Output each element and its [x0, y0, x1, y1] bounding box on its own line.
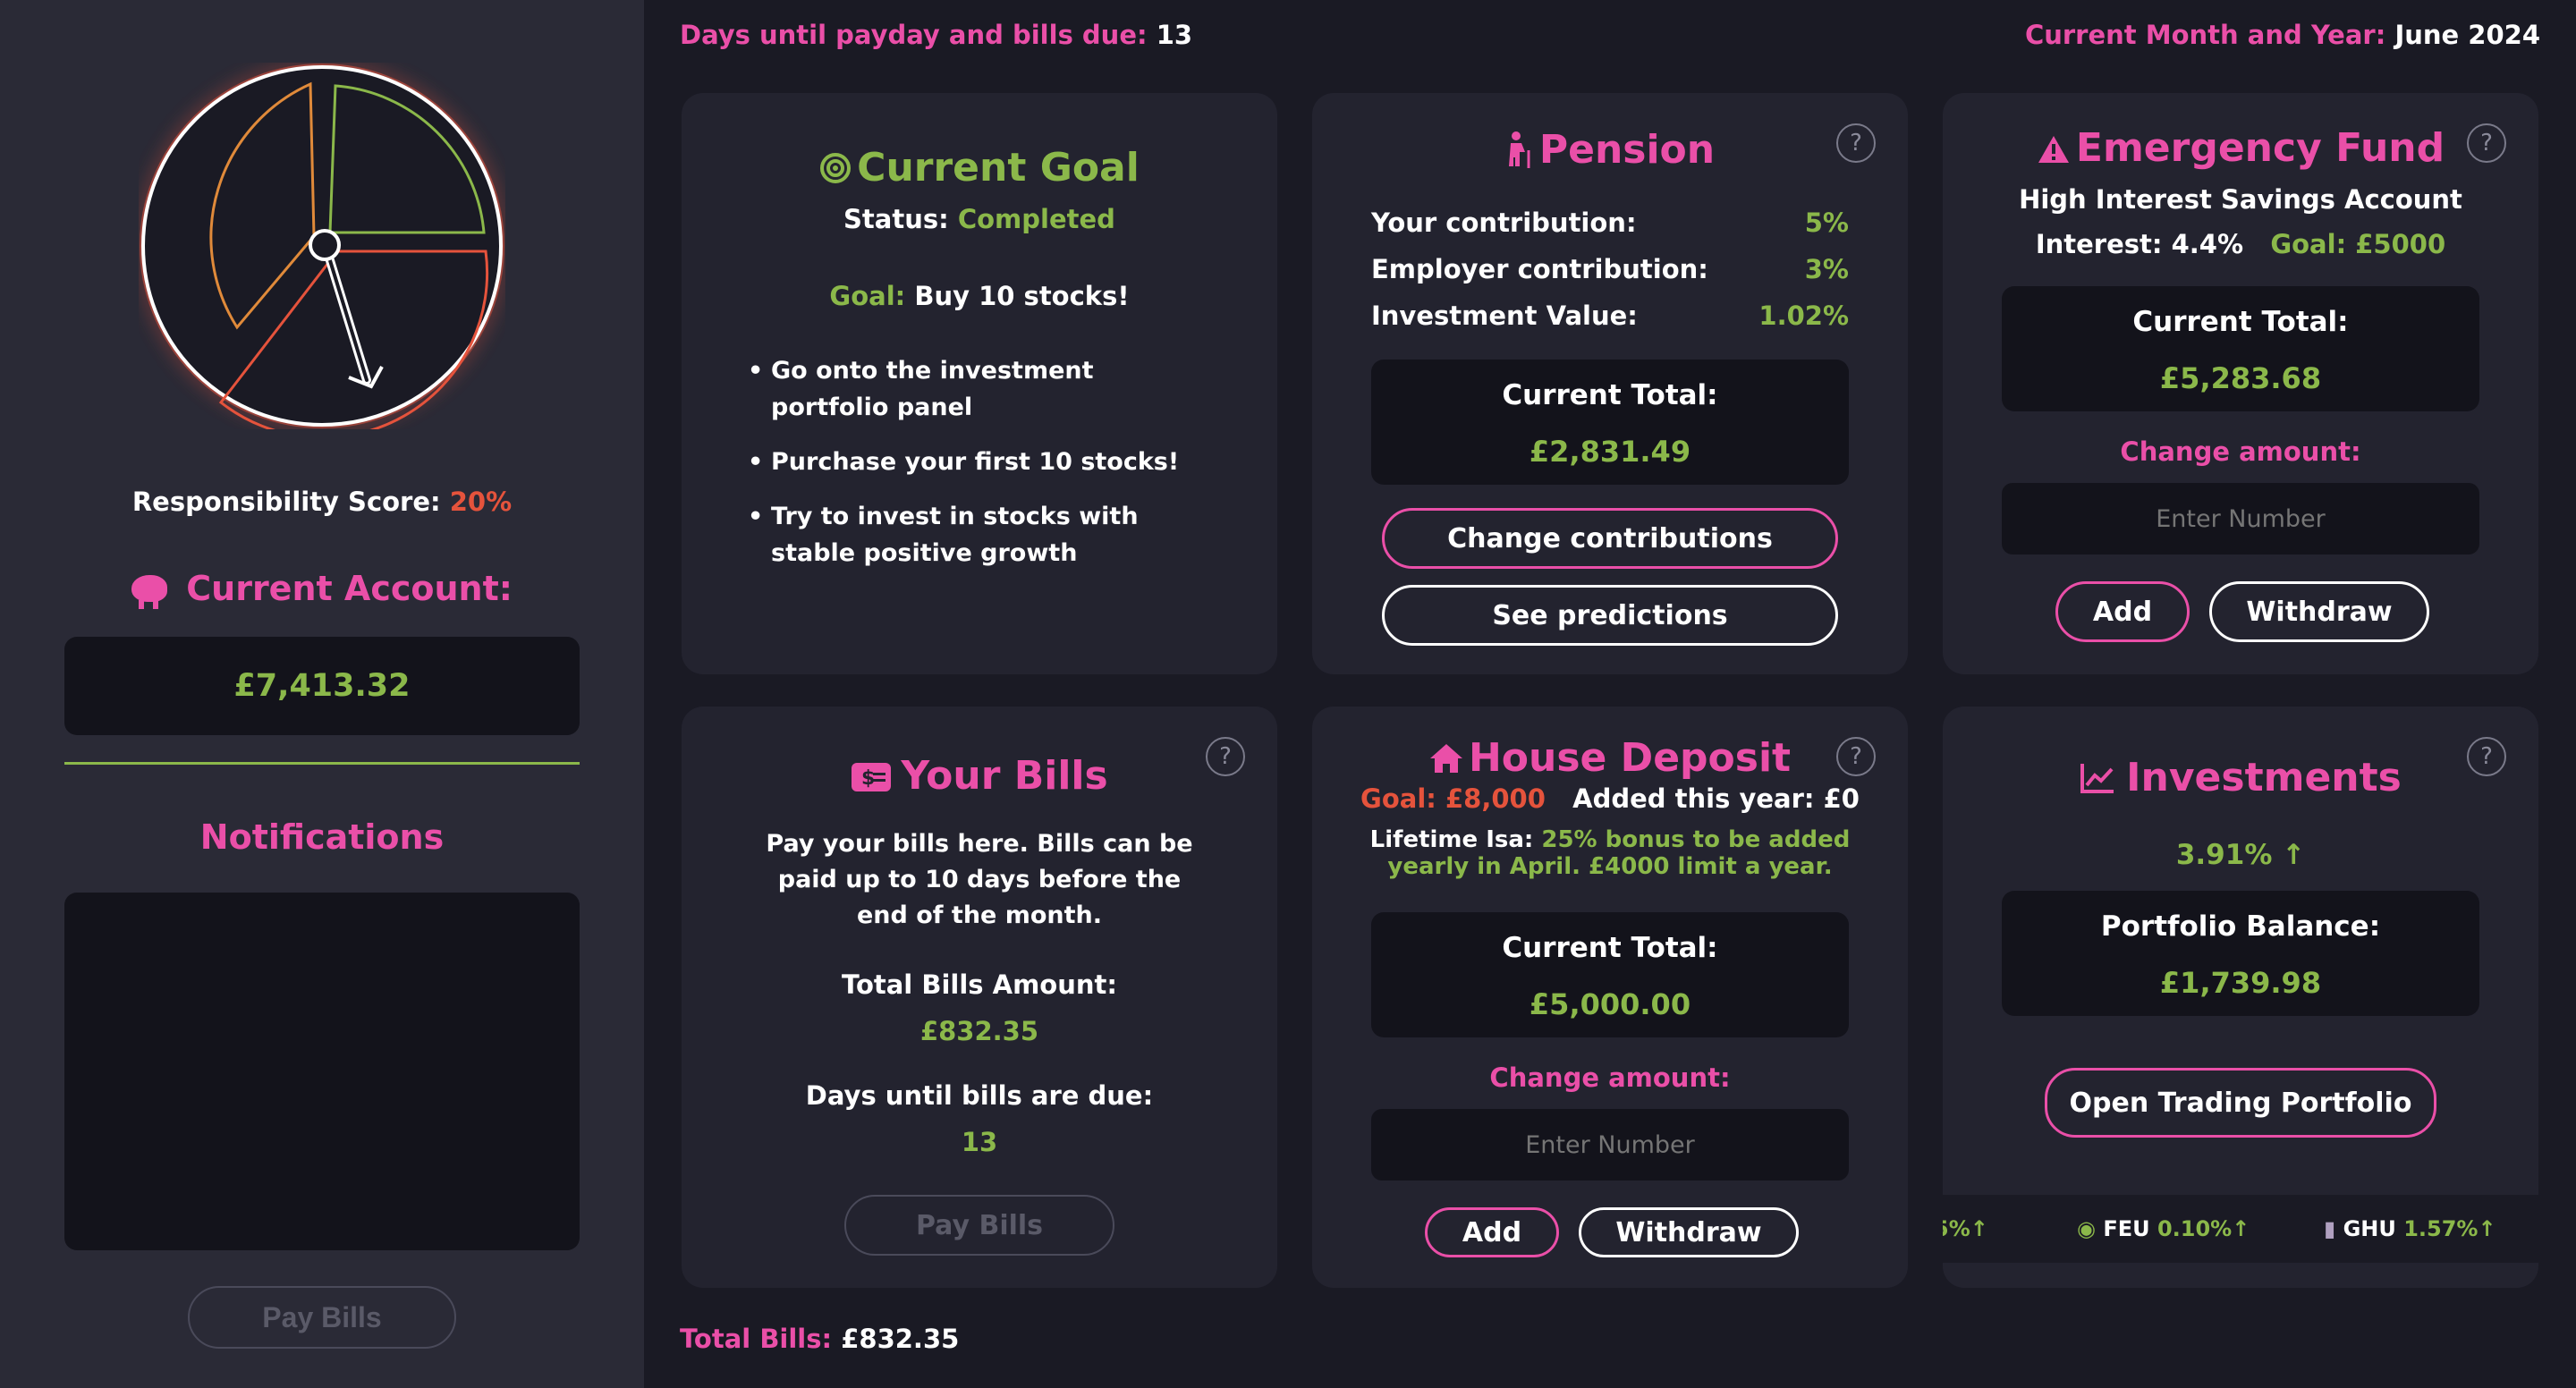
emergency-amount-input[interactable]: [2002, 483, 2479, 554]
house-goal-added: Goal: £8,000 Added this year: £0: [1360, 783, 1860, 814]
jar-icon: ▮: [2324, 1216, 2336, 1241]
responsibility-dial: [139, 63, 505, 439]
goal-status: Status: Completed: [843, 204, 1115, 234]
piggy-bank-icon: [131, 575, 168, 609]
total-bills-footer: Total Bills: £832.35: [680, 1324, 960, 1354]
current-goal-title: Current Goal: [682, 145, 1277, 190]
emergency-add-button[interactable]: Add: [2055, 581, 2190, 642]
pension-title: Pension: [1312, 127, 1908, 173]
current-account-title: Current Account:: [0, 569, 644, 609]
house-add-button[interactable]: Add: [1425, 1207, 1559, 1257]
lifetime-isa-info: Lifetime Isa: 25% bonus to be added year…: [1369, 826, 1851, 880]
pension-row-your-contribution: Your contribution: 5%: [1371, 207, 1849, 238]
svg-text:$: $: [861, 767, 875, 790]
bills-title: $ Your Bills: [682, 753, 1277, 799]
pay-bills-button[interactable]: Pay Bills: [844, 1195, 1114, 1256]
line-chart-icon: [2080, 764, 2114, 793]
list-item: Purchase your first 10 stocks!: [748, 444, 1213, 480]
emergency-account-type: High Interest Savings Account: [2019, 184, 2462, 215]
emergency-interest-goal: Interest: 4.4% Goal: £5000: [2035, 229, 2446, 259]
responsibility-score: Responsibility Score: 20%: [131, 487, 513, 517]
portfolio-balance-box: Portfolio Balance: £1,739.98: [2002, 891, 2479, 1016]
pension-row-employer-contribution: Employer contribution: 3%: [1371, 254, 1849, 284]
stock-ticker: 5%↑ ◉ FEU 0.10%↑ ▮ GHU 1.57%↑: [1943, 1195, 2538, 1263]
open-trading-portfolio-button[interactable]: Open Trading Portfolio: [2045, 1068, 2436, 1138]
see-predictions-button[interactable]: See predictions: [1382, 585, 1838, 646]
goal-task-list: Go onto the investment portfolio panel P…: [748, 352, 1213, 589]
investments-change: 3.91% ↑: [2175, 839, 2306, 871]
list-item: Go onto the investment portfolio panel: [748, 352, 1213, 426]
house-withdraw-button[interactable]: Withdraw: [1579, 1207, 1799, 1257]
emergency-fund-card: ? Emergency Fund High Interest Savings A…: [1943, 93, 2538, 674]
bills-total-label: Total Bills Amount:: [842, 969, 1117, 1000]
house-total-box: Current Total: £5,000.00: [1371, 912, 1849, 1037]
ticker-item: ▮ GHU 1.57%↑: [2324, 1216, 2496, 1241]
emergency-withdraw-button[interactable]: Withdraw: [2209, 581, 2429, 642]
notifications-title: Notifications: [199, 817, 445, 857]
warning-icon: [2038, 136, 2069, 163]
payday-countdown: Days until payday and bills due: 13: [680, 20, 1193, 50]
bills-description: Pay your bills here. Bills can be paid u…: [766, 830, 1193, 929]
change-contributions-button[interactable]: Change contributions: [1382, 508, 1838, 569]
dial-icon: [140, 63, 504, 439]
current-goal-card: Current Goal Status: Completed Goal: Buy…: [682, 93, 1277, 674]
bills-total-value: £832.35: [919, 1016, 1039, 1046]
bills-card: ? $ Your Bills Pay your bills here. Bill…: [682, 707, 1277, 1288]
current-month: Current Month and Year: June 2024: [2024, 20, 2540, 50]
bills-days-label: Days until bills are due:: [805, 1080, 1154, 1111]
notifications-panel[interactable]: [64, 893, 580, 1250]
change-amount-label: Change amount:: [1489, 1062, 1731, 1093]
ticker-item: ◉ FEU 0.10%↑: [2077, 1216, 2250, 1241]
investments-card: ? Investments 3.91% ↑ Portfolio Balance:…: [1943, 707, 2538, 1288]
list-item: Try to invest in stocks with stable posi…: [748, 498, 1213, 571]
sidebar: Responsibility Score: 20% Current Accoun…: [0, 0, 644, 1388]
pension-total-box: Current Total: £2,831.49: [1371, 360, 1849, 485]
ticker-item: 5%↑: [1943, 1216, 1988, 1241]
eye-icon: ◉: [2077, 1216, 2096, 1241]
emergency-fund-title: Emergency Fund: [1943, 125, 2538, 171]
house-deposit-card: ? House Deposit Goal: £8,000 Added this …: [1312, 707, 1908, 1288]
person-cane-icon: [1508, 131, 1530, 168]
bills-days-value: 13: [961, 1127, 998, 1157]
goal-description: Goal: Buy 10 stocks!: [829, 281, 1130, 311]
investments-title: Investments: [1943, 755, 2538, 800]
divider: [64, 762, 580, 765]
bill-icon: $: [852, 763, 892, 791]
house-deposit-title: House Deposit: [1312, 735, 1908, 781]
change-amount-label: Change amount:: [2120, 436, 2361, 467]
emergency-total-box: Current Total: £5,283.68: [2002, 286, 2479, 411]
house-icon: [1429, 744, 1462, 773]
target-icon: [820, 153, 852, 183]
sidebar-pay-bills-button[interactable]: Pay Bills: [188, 1286, 456, 1349]
current-account-balance: £7,413.32: [64, 637, 580, 735]
house-amount-input[interactable]: [1371, 1109, 1849, 1181]
pension-card: ? Pension Your contribution: 5% Employer…: [1312, 93, 1908, 674]
pension-row-investment-value: Investment Value: 1.02%: [1371, 300, 1849, 331]
